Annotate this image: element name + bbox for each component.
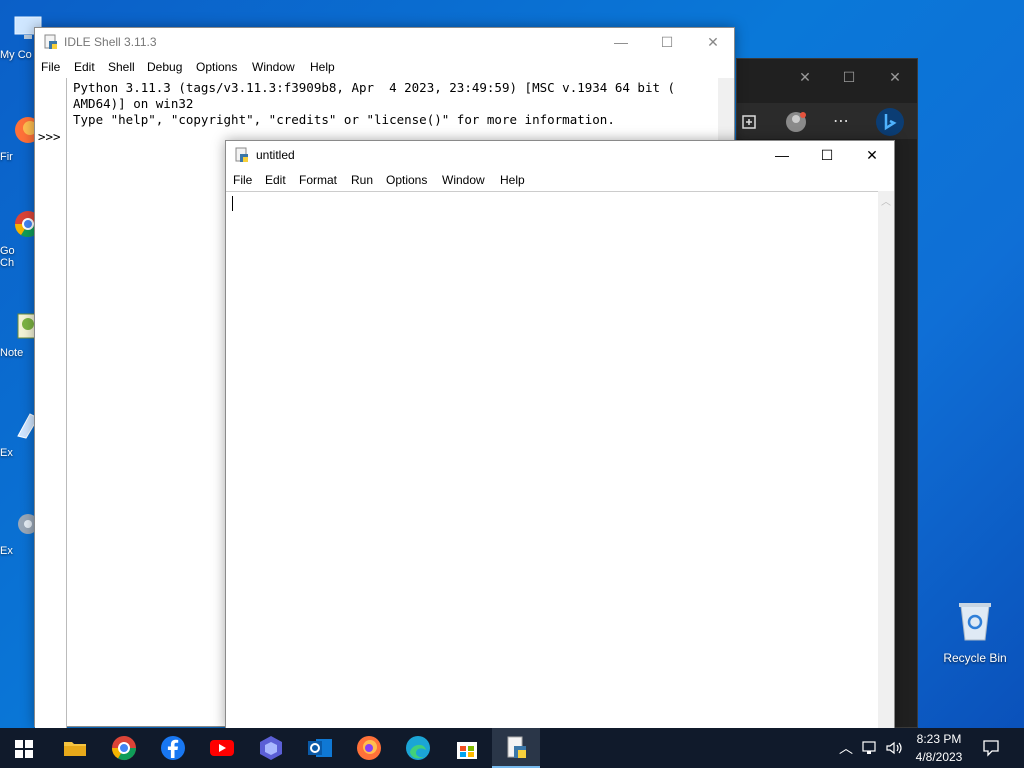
edge-toolbar: ⋯ (737, 103, 917, 139)
store-icon[interactable] (453, 734, 481, 762)
edge-titlebar: ✕ ☐ ✕ (737, 59, 917, 103)
editor-text-area[interactable] (226, 191, 878, 729)
idle-python-icon (507, 736, 526, 758)
recycle-bin-icon (959, 603, 991, 641)
menu-options[interactable]: Options (386, 173, 427, 187)
facebook-icon[interactable] (159, 734, 187, 762)
python-file-icon (235, 147, 248, 162)
shell-prompt: >>> (38, 129, 61, 144)
editor-menubar: File Edit Format Run Options Window Help (226, 169, 894, 191)
menu-debug[interactable]: Debug (147, 60, 182, 74)
clock-time[interactable]: 8:23 PM (908, 732, 970, 746)
editor-window[interactable]: untitled — ☐ ✕ File Edit Format Run Opti… (225, 140, 895, 730)
minimize-button[interactable]: — (759, 141, 805, 169)
menu-shell[interactable]: Shell (108, 60, 135, 74)
minimize-icon[interactable]: ✕ (795, 69, 815, 86)
shell-output-line: AMD64)] on win32 (73, 96, 194, 111)
windows-start-icon[interactable] (15, 740, 33, 758)
desktop-icon-label: Note (0, 347, 24, 359)
edge-icon[interactable] (404, 734, 432, 762)
recycle-bin-label: Recycle Bin (943, 651, 1007, 665)
chrome-icon[interactable] (110, 734, 138, 762)
desktop-icon-label: My Co (0, 49, 32, 61)
close-icon[interactable]: ✕ (885, 69, 905, 86)
editor-titlebar: untitled — ☐ ✕ (226, 141, 894, 169)
collections-icon[interactable] (739, 111, 761, 133)
menu-window[interactable]: Window (442, 173, 485, 187)
firefox-icon[interactable] (355, 734, 383, 762)
outlook-icon[interactable] (306, 734, 334, 762)
window-title: untitled (256, 148, 295, 162)
python-file-icon (44, 34, 57, 49)
more-options-icon[interactable]: ⋯ (833, 111, 849, 131)
desktop-icon-label: Ex (0, 447, 13, 459)
taskbar-active-idle[interactable] (492, 728, 540, 768)
notifications-icon[interactable] (982, 739, 1000, 757)
scroll-up-icon[interactable]: ︿ (881, 193, 891, 208)
bing-chat-icon[interactable] (875, 107, 905, 137)
profile-icon[interactable] (785, 111, 807, 133)
desktop-icon-label: Fir (0, 151, 13, 163)
shell-output-line: Python 3.11.3 (tags/v3.11.3:f3909b8, Apr… (73, 80, 676, 95)
desktop-icon-label: Ex (0, 545, 13, 557)
shell-titlebar: IDLE Shell 3.11.3 — ☐ ✕ (35, 28, 734, 56)
shell-output-line: Type "help", "copyright", "credits" or "… (73, 112, 615, 127)
show-hidden-icons-icon[interactable]: ︿ (839, 738, 853, 758)
menu-format[interactable]: Format (299, 173, 337, 187)
shell-prompt-gutter: >>> (35, 78, 67, 728)
menu-edit[interactable]: Edit (265, 173, 286, 187)
menu-help[interactable]: Help (310, 60, 335, 74)
menu-file[interactable]: File (41, 60, 60, 74)
volume-icon[interactable] (885, 740, 903, 756)
maximize-button[interactable]: ☐ (644, 28, 690, 56)
file-explorer-icon[interactable] (61, 734, 89, 762)
maximize-icon[interactable]: ☐ (839, 69, 859, 86)
text-cursor (232, 196, 233, 211)
close-button[interactable]: ✕ (849, 141, 895, 169)
network-icon[interactable] (862, 740, 880, 756)
desktop-icon-recycle-bin[interactable]: Recycle Bin (940, 600, 1010, 665)
taskbar: ︿ 8:23 PM 4/8/2023 (0, 728, 1024, 768)
clock-date[interactable]: 4/8/2023 (908, 750, 970, 764)
menu-help[interactable]: Help (500, 173, 525, 187)
editor-scrollbar[interactable]: ︿ (878, 191, 894, 729)
desktop-icon-label: Go Ch (0, 245, 15, 269)
menu-run[interactable]: Run (351, 173, 373, 187)
menu-file[interactable]: File (233, 173, 252, 187)
minimize-button[interactable]: — (598, 28, 644, 56)
window-title: IDLE Shell 3.11.3 (64, 35, 157, 49)
youtube-icon[interactable] (208, 734, 236, 762)
maximize-button[interactable]: ☐ (804, 141, 850, 169)
menu-edit[interactable]: Edit (74, 60, 95, 74)
close-button[interactable]: ✕ (690, 28, 736, 56)
shell-menubar: File Edit Shell Debug Options Window Hel… (35, 56, 734, 78)
shield-app-icon[interactable] (257, 734, 285, 762)
menu-window[interactable]: Window (252, 60, 295, 74)
menu-options[interactable]: Options (196, 60, 237, 74)
